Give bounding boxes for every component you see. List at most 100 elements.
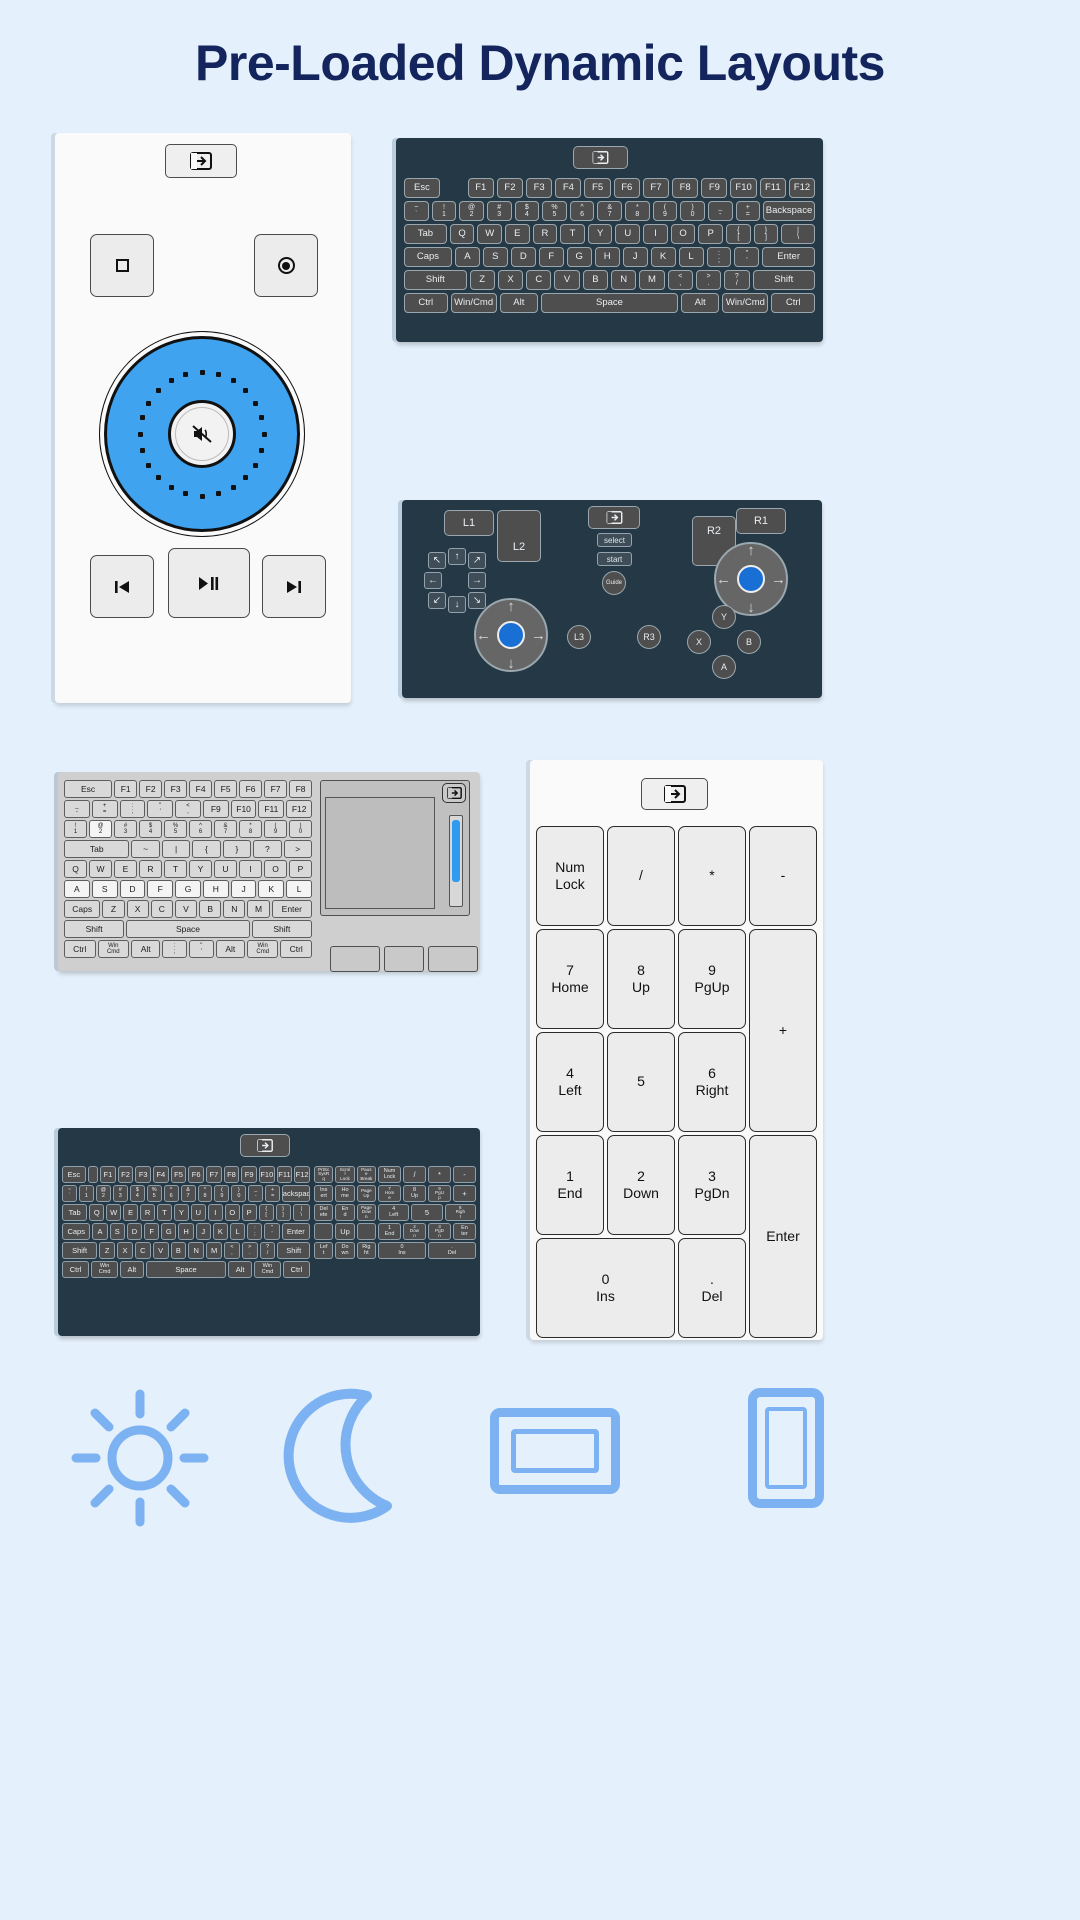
numpad-key--[interactable]: - <box>749 826 817 926</box>
key-'[interactable]: " ' <box>264 1223 280 1240</box>
key-tab[interactable]: Tab <box>404 224 447 244</box>
key-f12[interactable]: F12 <box>294 1166 310 1183</box>
key-5[interactable]: % 5 <box>146 1185 162 1202</box>
key-`[interactable]: ~ ` <box>62 1185 77 1202</box>
trackpad-left-button[interactable] <box>330 946 380 972</box>
numpad-key-3-pgdn[interactable]: 3 PgDn <box>678 1135 746 1235</box>
login-exit-icon[interactable] <box>240 1134 290 1157</box>
key-shift[interactable]: Shift <box>64 920 125 938</box>
key-shift[interactable]: Shift <box>752 270 816 290</box>
shoulder-button-l1[interactable]: L1 <box>444 510 494 536</box>
key-z[interactable]: Z <box>469 270 495 290</box>
key-f9[interactable]: F9 <box>241 1166 257 1183</box>
numpad-key-num-lock[interactable]: Num Lock <box>536 826 604 926</box>
key-f11[interactable]: F11 <box>759 178 786 198</box>
key-f8[interactable]: F8 <box>223 1166 240 1183</box>
key-g[interactable]: G <box>161 1223 177 1240</box>
key-ctrl[interactable]: Ctrl <box>282 1261 310 1278</box>
numpad-key--[interactable]: + <box>749 929 817 1132</box>
key-s[interactable]: S <box>91 880 118 898</box>
key-enter[interactable]: Enter <box>271 900 312 918</box>
key-x[interactable]: X <box>117 1242 133 1259</box>
key-f11[interactable]: F11 <box>258 800 285 818</box>
key-a[interactable]: A <box>454 247 480 267</box>
key-3[interactable]: #3 <box>114 820 137 838</box>
key--[interactable]: / <box>403 1166 426 1183</box>
key-f7[interactable]: F7 <box>206 1166 222 1183</box>
key-f6[interactable]: F6 <box>188 1166 204 1183</box>
key-lock[interactable]: Num Lock <box>378 1166 401 1183</box>
key-i[interactable]: I <box>207 1204 223 1221</box>
key-4[interactable]: $4 <box>139 820 162 838</box>
key-f9[interactable]: F9 <box>202 800 229 818</box>
login-exit-icon[interactable] <box>641 778 708 810</box>
key-][interactable]: }] <box>275 1204 291 1221</box>
key-3[interactable]: #3 <box>486 201 512 221</box>
key-r[interactable]: R <box>140 1204 156 1221</box>
key-.[interactable]: >. <box>695 270 722 290</box>
key-n[interactable]: N <box>223 900 246 918</box>
key-f5[interactable]: F5 <box>170 1166 187 1183</box>
key-win-cmd[interactable]: Win/Cmd <box>722 293 769 313</box>
select-button[interactable]: select <box>597 533 632 547</box>
key-f12[interactable]: F12 <box>286 800 313 818</box>
key-y[interactable]: Y <box>173 1204 189 1221</box>
key-f9[interactable]: F9 <box>701 178 728 198</box>
key-4[interactable]: $4 <box>514 201 540 221</box>
key--[interactable]: ? <box>253 840 282 858</box>
mute-button[interactable] <box>168 400 236 468</box>
key--[interactable]: _ - <box>248 1185 264 1202</box>
key-=[interactable]: + = <box>91 800 118 818</box>
key-enter[interactable]: Enter <box>281 1223 311 1240</box>
key-ter[interactable]: En ter <box>453 1223 476 1240</box>
key-k[interactable]: K <box>212 1223 229 1240</box>
trackpad-right-button[interactable] <box>428 946 478 972</box>
numpad-key-0-ins[interactable]: 0 Ins <box>536 1238 675 1338</box>
key-a[interactable]: A <box>92 1223 108 1240</box>
dpad-arrow-downleft[interactable]: ↙ <box>428 592 446 609</box>
key-\[interactable]: | \ <box>781 224 815 244</box>
key-.[interactable]: >. <box>241 1242 258 1259</box>
key-0[interactable]: ) 0 <box>680 201 705 221</box>
key--[interactable]: } <box>222 840 252 858</box>
key-f5[interactable]: F5 <box>214 780 238 798</box>
trackpad-scrollbar[interactable] <box>449 815 463 907</box>
key-3[interactable]: #3 <box>112 1185 128 1202</box>
key-9[interactable]: (9 <box>264 820 287 838</box>
key-8[interactable]: * 8 <box>197 1185 213 1202</box>
key-page[interactable]: Page Up <box>356 1185 376 1202</box>
key-=[interactable]: + = <box>735 201 761 221</box>
key--[interactable]: + <box>453 1185 476 1202</box>
key-1[interactable]: ! 1 <box>431 201 457 221</box>
key-;[interactable]: :; <box>119 800 146 818</box>
key-caps[interactable]: Caps <box>64 900 101 918</box>
key-r[interactable]: R <box>139 860 162 878</box>
key-0[interactable]: ) 0 <box>231 1185 247 1202</box>
guide-button[interactable]: Guide <box>602 571 626 595</box>
key-e[interactable]: E <box>114 860 137 878</box>
record-button[interactable] <box>254 234 318 297</box>
volume-dial[interactable] <box>99 331 305 537</box>
key-ins[interactable]: 0 Ins <box>378 1242 426 1259</box>
key-t[interactable]: T <box>157 1204 172 1221</box>
key-f[interactable]: F <box>538 247 564 267</box>
key-d[interactable]: En d <box>335 1204 355 1221</box>
numpad-key-5[interactable]: 5 <box>607 1032 675 1132</box>
key-alt[interactable]: Alt <box>228 1261 252 1278</box>
key-blank[interactable] <box>356 1223 376 1240</box>
key-d[interactable]: D <box>126 1223 143 1240</box>
key-;[interactable]: :; <box>162 940 187 958</box>
key-][interactable]: }] <box>753 224 779 244</box>
key-up[interactable]: 8 Up <box>403 1185 426 1202</box>
numpad-key--del[interactable]: . Del <box>678 1238 746 1338</box>
key-d[interactable]: D <box>119 880 146 898</box>
key-ht[interactable]: Rig ht <box>356 1242 376 1259</box>
key-e[interactable]: E <box>504 224 530 244</box>
key-,[interactable]: <, <box>175 800 201 818</box>
numpad-key--[interactable]: * <box>678 826 746 926</box>
key-d[interactable]: D <box>510 247 536 267</box>
key-o[interactable]: O <box>670 224 696 244</box>
key-7[interactable]: & 7 <box>597 201 622 221</box>
key-\[interactable]: | \ <box>292 1204 311 1221</box>
key-f12[interactable]: F12 <box>788 178 816 198</box>
